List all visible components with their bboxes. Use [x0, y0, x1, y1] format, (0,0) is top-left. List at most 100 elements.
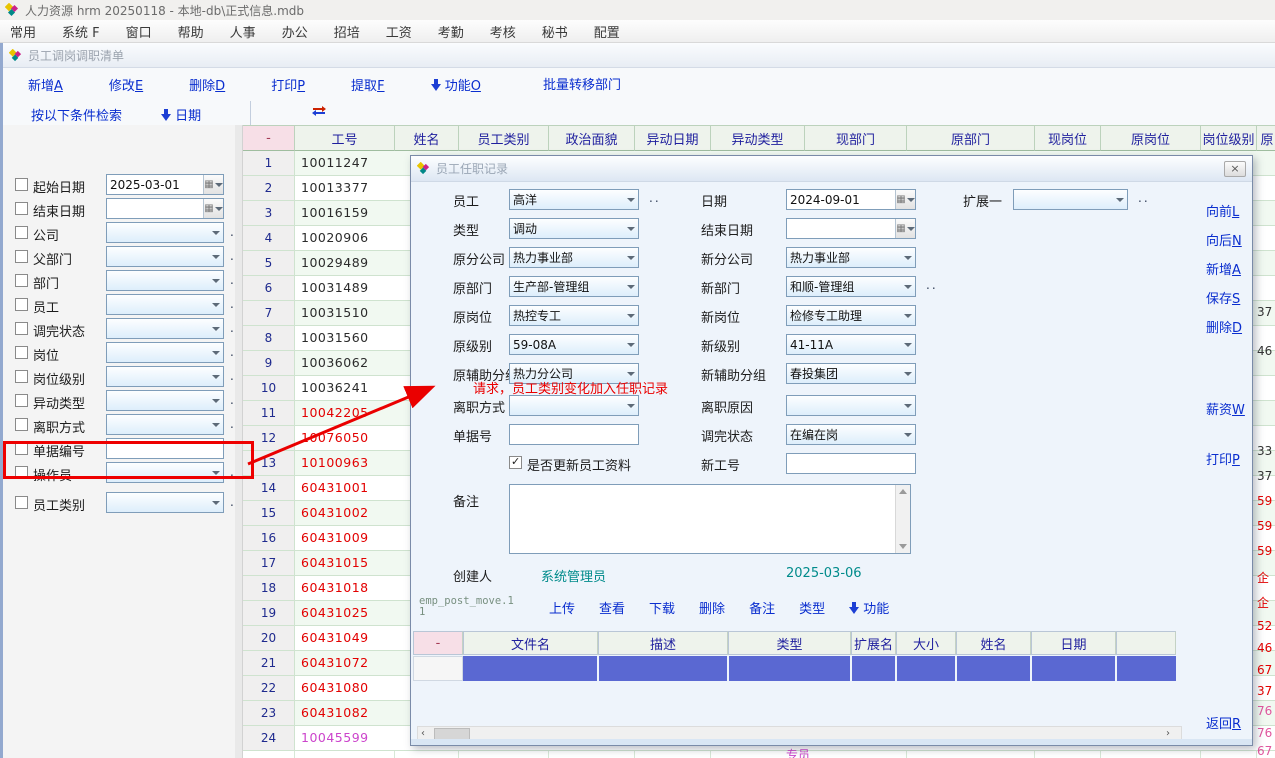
dialog-left-field[interactable]: 调动	[509, 218, 639, 239]
file-column-header[interactable]: 类型	[728, 631, 851, 655]
chevron-down-icon[interactable]	[208, 223, 223, 242]
calendar-icon[interactable]: ▦	[203, 199, 223, 218]
chevron-down-icon[interactable]	[900, 335, 915, 354]
return-button[interactable]: 返回R	[1206, 713, 1241, 732]
attachment-button[interactable]: 查看	[599, 598, 625, 617]
dialog-right-more-button[interactable]: ..	[926, 278, 938, 292]
checkbox[interactable]	[15, 346, 28, 359]
chevron-down-icon[interactable]	[208, 247, 223, 266]
menu-item[interactable]: 考勤	[438, 22, 464, 41]
chevron-down-icon[interactable]	[623, 335, 638, 354]
checkbox[interactable]	[15, 226, 28, 239]
attachment-button[interactable]: 下载	[649, 598, 675, 617]
attachment-func-button[interactable]: 功能	[849, 598, 889, 617]
dialog-right-field[interactable]: ▦	[786, 218, 916, 239]
attachment-button[interactable]: 类型	[799, 598, 825, 617]
dialog-left-field[interactable]: 59-08A	[509, 334, 639, 355]
menu-item[interactable]: 秘书	[542, 22, 568, 41]
file-selected-row[interactable]	[463, 656, 1176, 681]
dialog-side-button[interactable]: 保存S	[1206, 288, 1240, 307]
menu-item[interactable]: 系统 F	[62, 22, 100, 41]
attachment-button[interactable]: 备注	[749, 598, 775, 617]
update-employee-checkbox[interactable]	[509, 456, 522, 469]
filter-date[interactable]: ▦	[106, 198, 224, 219]
checkbox[interactable]	[15, 496, 28, 509]
toolbar-button[interactable]: 新增A	[28, 75, 63, 94]
dialog-extra-more-button[interactable]: ..	[1138, 191, 1150, 205]
dialog-left-field[interactable]: 生产部-管理组	[509, 276, 639, 297]
checkbox[interactable]	[15, 298, 28, 311]
column-header[interactable]: 原岗位	[1101, 125, 1201, 151]
file-column-header[interactable]: 姓名	[956, 631, 1031, 655]
filter-combo[interactable]	[106, 222, 224, 243]
chevron-down-icon[interactable]	[623, 190, 638, 209]
file-column-header[interactable]: 扩展名	[851, 631, 896, 655]
menu-item[interactable]: 帮助	[178, 22, 204, 41]
filter-combo[interactable]	[106, 246, 224, 267]
filter-combo[interactable]	[106, 318, 224, 339]
toolbar-button[interactable]: 打印P	[271, 75, 305, 94]
column-header[interactable]: 工号	[295, 125, 395, 151]
dialog-side-button[interactable]: 删除D	[1206, 317, 1242, 336]
dialog-right-field[interactable]: 春投集团	[786, 363, 916, 384]
column-header[interactable]: 原部门	[907, 125, 1035, 151]
dialog-left-field[interactable]	[509, 424, 639, 445]
menu-item[interactable]: 办公	[282, 22, 308, 41]
filter-combo[interactable]	[106, 492, 224, 513]
search-conditions-label[interactable]: 按以下条件检索	[31, 105, 122, 124]
chevron-down-icon[interactable]	[208, 319, 223, 338]
column-header[interactable]: 政治面貌	[549, 125, 635, 151]
menu-item[interactable]: 常用	[10, 22, 36, 41]
toolbar-button[interactable]: 功能O	[431, 75, 481, 94]
chevron-down-icon[interactable]	[900, 425, 915, 444]
filter-combo[interactable]	[106, 342, 224, 363]
dialog-right-field[interactable]: 在编在岗	[786, 424, 916, 445]
salary-button[interactable]: 薪资W	[1206, 399, 1245, 418]
column-header[interactable]: 现部门	[805, 125, 907, 151]
dialog-left-field[interactable]: 高洋	[509, 189, 639, 210]
menu-item[interactable]: 配置	[594, 22, 620, 41]
dialog-right-field[interactable]: 2024-09-01▦	[786, 189, 916, 210]
chevron-down-icon[interactable]	[208, 343, 223, 362]
chevron-down-icon[interactable]	[623, 396, 638, 415]
scroll-down-icon[interactable]	[899, 544, 907, 549]
toolbar-button[interactable]: 删除D	[189, 75, 225, 94]
file-column-header[interactable]	[1116, 631, 1176, 655]
calendar-icon[interactable]: ▦	[895, 219, 915, 238]
dialog-side-button[interactable]: 新增A	[1206, 259, 1241, 278]
dialog-side-button[interactable]: 向后N	[1206, 230, 1242, 249]
chevron-down-icon[interactable]	[900, 277, 915, 296]
menu-item[interactable]: 窗口	[126, 22, 152, 41]
dialog-right-field[interactable]	[786, 395, 916, 416]
attachment-button[interactable]: 上传	[549, 598, 575, 617]
chevron-down-icon[interactable]	[900, 396, 915, 415]
batch-transfer-button[interactable]: 批量转移部门	[543, 74, 621, 93]
chevron-down-icon[interactable]	[900, 248, 915, 267]
chevron-down-icon[interactable]	[1112, 190, 1127, 209]
toolbar-button[interactable]: 修改E	[109, 75, 143, 94]
calendar-icon[interactable]: ▦	[895, 190, 915, 209]
column-header[interactable]: 异动类型	[711, 125, 805, 151]
chevron-down-icon[interactable]	[208, 295, 223, 314]
dialog-right-field[interactable]: 检修专工助理	[786, 305, 916, 326]
file-column-header[interactable]: 描述	[598, 631, 728, 655]
column-header[interactable]: 原	[1257, 125, 1275, 151]
dialog-left-more-button[interactable]: ..	[649, 191, 661, 205]
file-column-header[interactable]: 日期	[1031, 631, 1116, 655]
file-column-header[interactable]: -	[413, 631, 463, 655]
chevron-down-icon[interactable]	[623, 277, 638, 296]
file-column-header[interactable]: 文件名	[463, 631, 598, 655]
menu-item[interactable]: 人事	[230, 22, 256, 41]
column-header[interactable]: 现岗位	[1035, 125, 1101, 151]
menu-item[interactable]: 工资	[386, 22, 412, 41]
new-empno-field[interactable]	[786, 453, 916, 474]
dialog-right-field[interactable]: 和顺-管理组	[786, 276, 916, 297]
scroll-up-icon[interactable]	[899, 489, 907, 494]
dialog-right-field[interactable]: 热力事业部	[786, 247, 916, 268]
column-header[interactable]: 异动日期	[635, 125, 711, 151]
chevron-down-icon[interactable]	[623, 306, 638, 325]
checkbox[interactable]	[15, 418, 28, 431]
column-header[interactable]: 员工类别	[459, 125, 549, 151]
filter-combo[interactable]	[106, 390, 224, 411]
chevron-down-icon[interactable]	[208, 367, 223, 386]
